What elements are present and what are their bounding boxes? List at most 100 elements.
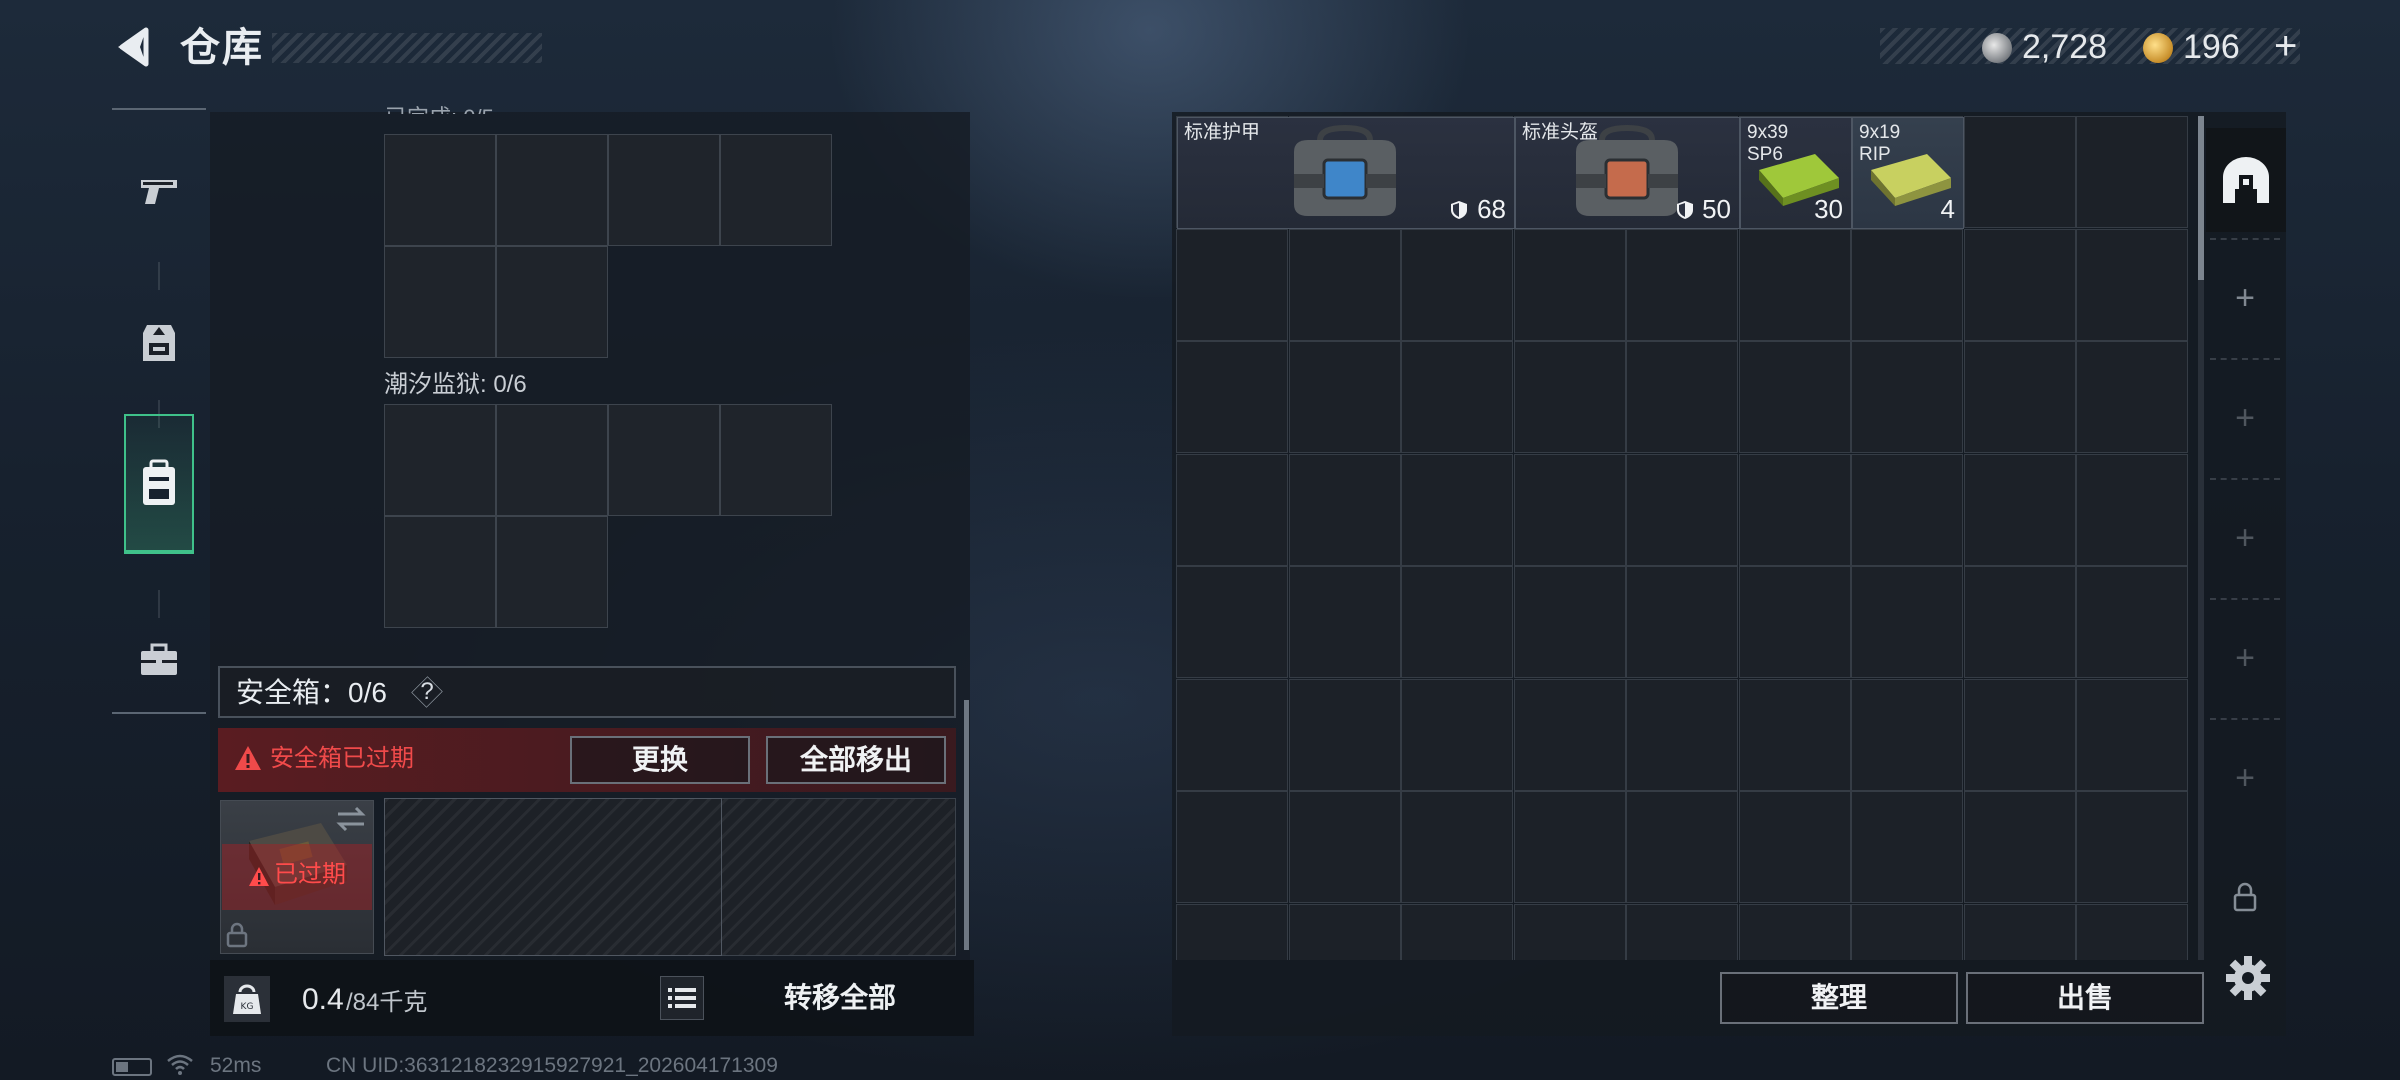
storage-cell[interactable] — [2076, 453, 2188, 566]
gear-icon[interactable] — [2224, 954, 2272, 1002]
storage-cell[interactable] — [1401, 228, 1513, 341]
storage-cell[interactable] — [2076, 228, 2188, 341]
storage-cell[interactable] — [1288, 566, 1401, 678]
nav-backpack[interactable] — [124, 414, 194, 554]
storage-cell[interactable] — [1401, 791, 1513, 903]
storage-cell[interactable] — [1626, 678, 1738, 791]
storage-cell[interactable] — [2076, 791, 2188, 903]
storage-cell[interactable] — [1738, 566, 1851, 678]
lock-icon[interactable] — [2232, 882, 2258, 912]
sell-button[interactable]: 出售 — [1966, 972, 2204, 1024]
storage-cell[interactable] — [1963, 791, 2076, 903]
nav-weapons[interactable] — [124, 120, 194, 260]
storage-cell[interactable] — [1401, 453, 1513, 566]
grid-cell[interactable] — [720, 134, 832, 246]
storage-cell[interactable] — [1851, 341, 1963, 453]
storage-item-armor[interactable]: 标准护甲 68 — [1177, 117, 1515, 229]
safe-box-help-button[interactable]: ? — [412, 676, 442, 708]
grid-cell[interactable] — [384, 134, 496, 246]
grid-cell[interactable] — [608, 134, 720, 246]
storage-item-ammo-rip[interactable]: 9x19 RIP 4 — [1852, 117, 1964, 229]
storage-cell[interactable] — [1176, 678, 1288, 791]
remove-all-button[interactable]: 全部移出 — [766, 736, 946, 784]
storage-cell[interactable] — [1288, 903, 1401, 960]
storage-cell[interactable] — [1851, 791, 1963, 903]
back-button[interactable] — [110, 22, 160, 72]
storage-cell[interactable] — [1963, 566, 2076, 678]
storage-cell[interactable] — [1626, 453, 1738, 566]
storage-cell[interactable] — [1851, 453, 1963, 566]
storage-cell[interactable] — [2076, 341, 2188, 453]
storage-cell[interactable] — [1288, 228, 1401, 341]
storage-tab-add-2[interactable]: + — [2210, 358, 2280, 476]
grid-cell[interactable] — [496, 516, 608, 628]
storage-cell[interactable] — [1851, 566, 1963, 678]
storage-tab-main[interactable] — [2206, 128, 2286, 232]
storage-cell[interactable] — [1513, 453, 1626, 566]
swap-icon[interactable] — [334, 806, 368, 832]
storage-tab-add-3[interactable]: + — [2210, 478, 2280, 596]
storage-cell[interactable] — [1851, 903, 1963, 960]
storage-cell[interactable] — [1626, 228, 1738, 341]
storage-cell[interactable] — [1176, 228, 1288, 341]
grid-cell[interactable] — [720, 404, 832, 516]
storage-cell[interactable] — [1738, 228, 1851, 341]
storage-cell[interactable] — [1851, 678, 1963, 791]
storage-cell[interactable] — [1738, 791, 1851, 903]
grid-cell[interactable] — [608, 404, 720, 516]
storage-cell[interactable] — [1176, 566, 1288, 678]
storage-cell[interactable] — [1963, 341, 2076, 453]
storage-cell[interactable] — [1963, 678, 2076, 791]
storage-cell[interactable] — [1626, 566, 1738, 678]
storage-tab-add-1[interactable]: + — [2210, 238, 2280, 356]
storage-cell[interactable] — [1288, 791, 1401, 903]
storage-cell[interactable] — [1963, 453, 2076, 566]
storage-cell[interactable] — [2076, 566, 2188, 678]
storage-cell[interactable] — [1176, 341, 1288, 453]
storage-cell[interactable] — [1513, 341, 1626, 453]
storage-cell[interactable] — [1626, 341, 1738, 453]
replace-button[interactable]: 更换 — [570, 736, 750, 784]
storage-cell[interactable] — [1738, 341, 1851, 453]
storage-cell[interactable] — [1513, 903, 1626, 960]
storage-tab-add-4[interactable]: + — [2210, 598, 2280, 716]
storage-cell[interactable] — [1513, 678, 1626, 791]
storage-cell[interactable] — [1513, 228, 1626, 341]
grid-cell[interactable] — [384, 516, 496, 628]
storage-cell[interactable] — [1963, 228, 2076, 341]
list-view-button[interactable] — [660, 976, 704, 1020]
storage-cell[interactable] — [2076, 903, 2188, 960]
storage-cell[interactable] — [2076, 678, 2188, 791]
storage-cell[interactable] — [1738, 453, 1851, 566]
storage-cell[interactable] — [1626, 903, 1738, 960]
left-panel-scrollbar[interactable] — [964, 700, 969, 950]
storage-cell[interactable] — [1176, 903, 1288, 960]
nav-toolbox[interactable] — [124, 630, 194, 690]
storage-cell[interactable] — [1176, 453, 1288, 566]
transfer-all-button[interactable]: 转移全部 — [730, 976, 950, 1020]
storage-cell[interactable] — [1176, 791, 1288, 903]
grid-cell[interactable] — [496, 134, 608, 246]
storage-cell[interactable] — [1401, 903, 1513, 960]
storage-cell[interactable] — [1401, 678, 1513, 791]
storage-cell[interactable] — [1738, 678, 1851, 791]
storage-tab-add-5[interactable]: + — [2210, 718, 2280, 836]
grid-cell[interactable] — [384, 404, 496, 516]
storage-cell[interactable] — [2076, 116, 2188, 228]
storage-cell[interactable] — [1288, 341, 1401, 453]
storage-cell[interactable] — [1513, 566, 1626, 678]
storage-cell[interactable] — [1963, 903, 2076, 960]
grid-cell[interactable] — [384, 246, 496, 358]
nav-chest-rig[interactable] — [124, 300, 194, 386]
safe-box-grid-active-area[interactable] — [384, 798, 722, 956]
storage-scrollbar[interactable] — [2198, 116, 2204, 280]
storage-cell[interactable] — [1626, 791, 1738, 903]
storage-cell[interactable] — [1513, 791, 1626, 903]
storage-item-helmet[interactable]: 标准头盔 50 — [1515, 117, 1740, 229]
storage-cell[interactable] — [1288, 453, 1401, 566]
organize-button[interactable]: 整理 — [1720, 972, 1958, 1024]
storage-cell[interactable] — [1401, 341, 1513, 453]
storage-cell[interactable] — [1738, 903, 1851, 960]
storage-item-ammo-sp6[interactable]: 9x39 SP6 30 — [1740, 117, 1852, 229]
storage-cell[interactable] — [1963, 116, 2076, 228]
